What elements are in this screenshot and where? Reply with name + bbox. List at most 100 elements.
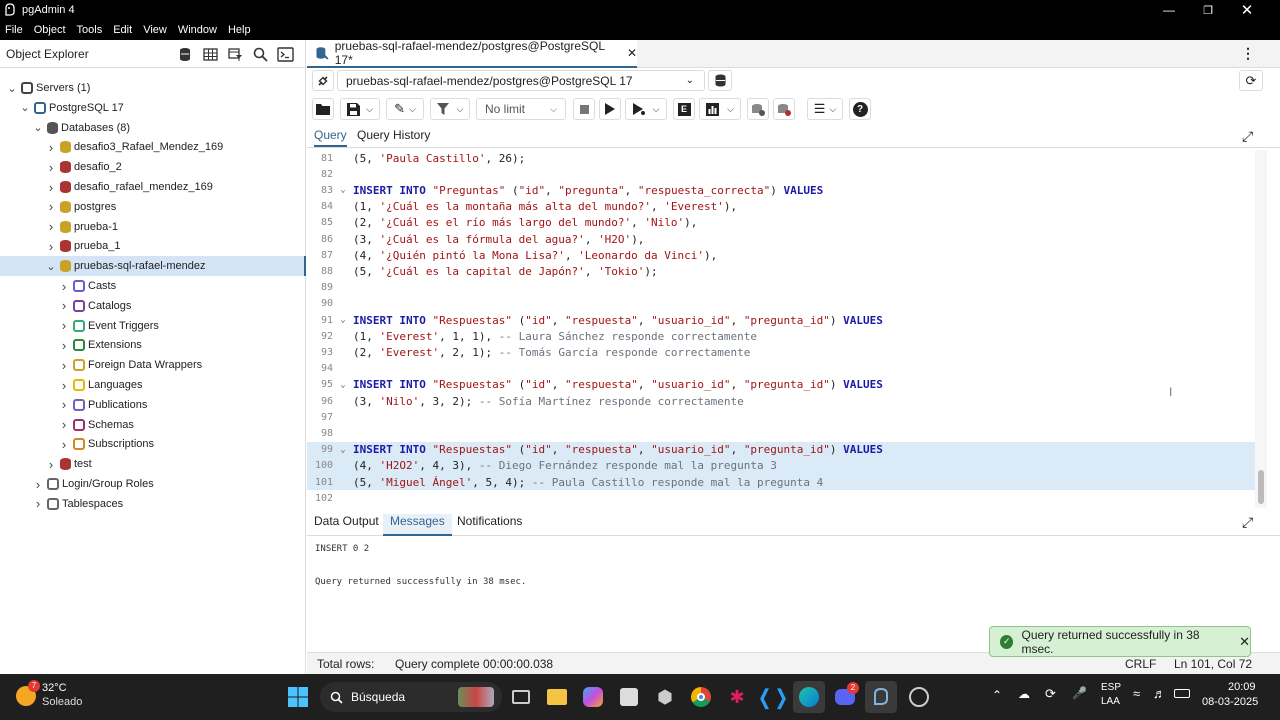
fold-chevron-icon[interactable]: ⌄	[333, 445, 353, 455]
restore-button[interactable]: ❐	[1188, 0, 1228, 20]
sync-icon[interactable]: ⟳	[1045, 686, 1056, 702]
filtered-rows-button[interactable]	[224, 44, 247, 64]
maximize-editor-icon[interactable]: ⤢	[1242, 128, 1253, 145]
tab-data-output[interactable]: Data Output	[314, 514, 379, 536]
commit-button[interactable]	[747, 98, 769, 120]
code-line[interactable]: 86 (3, '¿Cuál es la fórmula del agua?', '…	[307, 231, 1255, 247]
edit-button[interactable]: ✎ ⌵	[386, 98, 424, 120]
code-line[interactable]: 102	[307, 490, 1255, 506]
tree-node[interactable]: › desafio_2	[0, 157, 306, 177]
menu-file[interactable]: File	[5, 24, 23, 36]
explain-button[interactable]: E	[673, 98, 695, 120]
chevron-right-icon[interactable]: ›	[58, 279, 70, 294]
code-line[interactable]: 92 (1, 'Everest', 1, 1), -- Laura Sánchez…	[307, 328, 1255, 344]
close-button[interactable]: ✕	[1227, 0, 1267, 20]
rollback-button[interactable]	[773, 98, 795, 120]
start-button[interactable]	[282, 681, 314, 713]
volume-icon[interactable]: ♬	[1153, 686, 1166, 701]
tree-node[interactable]: › Publications	[0, 395, 306, 415]
tree-node[interactable]: › desafio3_Rafael_Mendez_169	[0, 137, 306, 157]
query-tool-button[interactable]	[174, 44, 197, 64]
copilot-button[interactable]	[577, 681, 609, 713]
fold-chevron-icon[interactable]: ⌄	[333, 315, 353, 325]
tree-node[interactable]: ⌄ Servers (1)	[0, 78, 306, 98]
chevron-right-icon[interactable]: ›	[32, 477, 44, 492]
tree-node[interactable]: › Event Triggers	[0, 316, 306, 336]
code-line[interactable]: 90	[307, 296, 1255, 312]
code-line[interactable]: 95 ⌄ INSERT INTO "Respuestas" ("id", "resp…	[307, 377, 1255, 393]
chevron-right-icon[interactable]: ›	[58, 378, 70, 393]
app-button-hex[interactable]: ⬢	[649, 681, 681, 713]
search-objects-button[interactable]	[249, 44, 272, 64]
weather-widget[interactable]: 7 32°C Soleado	[16, 680, 96, 714]
explain-analyze-button[interactable]: ⌵	[699, 98, 741, 120]
code-line[interactable]: 96 (3, 'Nilo', 3, 2); -- Sofía Martínez r…	[307, 393, 1255, 409]
chrome-button[interactable]	[685, 681, 717, 713]
code-line[interactable]: 82	[307, 166, 1255, 182]
tree-node[interactable]: ⌄ pruebas-sql-rafael-mendez	[0, 256, 306, 277]
language-esp[interactable]: ESP	[1101, 682, 1121, 693]
wifi-icon[interactable]: ≈	[1133, 686, 1140, 701]
new-connection-button[interactable]	[708, 70, 732, 91]
code-line[interactable]: 99 ⌄ INSERT INTO "Respuestas" ("id", "resp…	[307, 441, 1255, 458]
chevron-right-icon[interactable]: ›	[58, 437, 70, 452]
onedrive-icon[interactable]: ☁	[1018, 687, 1030, 701]
tab-close-icon[interactable]: ✕	[627, 46, 637, 60]
menu-window[interactable]: Window	[178, 24, 217, 36]
code-line[interactable]: 89	[307, 280, 1255, 296]
chevron-right-icon[interactable]: ›	[45, 180, 57, 195]
editor-scrollbar-thumb[interactable]	[1258, 470, 1264, 504]
chevron-down-icon[interactable]: ⌄	[45, 260, 57, 273]
chevron-right-icon[interactable]: ›	[45, 140, 57, 155]
tree-node[interactable]: › desafio_rafael_mendez_169	[0, 177, 306, 197]
chevron-right-icon[interactable]: ›	[45, 239, 57, 254]
tree-node[interactable]: › Schemas	[0, 415, 306, 435]
minimize-button[interactable]: —	[1149, 0, 1189, 20]
task-view-button[interactable]	[505, 681, 537, 713]
filter-button[interactable]: ⌵	[430, 98, 470, 120]
editor-scrollbar[interactable]	[1255, 150, 1267, 508]
code-line[interactable]: 98	[307, 425, 1255, 441]
code-line[interactable]: 84 (1, '¿Cuál es la montaña más alta del …	[307, 199, 1255, 215]
vscode-button[interactable]: ❬❭	[756, 681, 790, 713]
execute-options-button[interactable]: ⌵	[625, 98, 667, 120]
code-line[interactable]: 101 (5, 'Miguel Ángel', 5, 4); -- Paula C…	[307, 474, 1255, 491]
battery-icon[interactable]	[1174, 689, 1190, 698]
tree-node[interactable]: › test	[0, 454, 306, 474]
fold-chevron-icon[interactable]: ⌄	[333, 185, 353, 195]
store-button[interactable]	[613, 681, 645, 713]
pgadmin-taskbar-button[interactable]	[865, 681, 897, 713]
slack-button[interactable]: ✱	[721, 681, 753, 713]
code-line[interactable]: 91 ⌄ INSERT INTO "Respuestas" ("id", "resp…	[307, 312, 1255, 328]
tree-node[interactable]: › Tablespaces	[0, 494, 306, 514]
toast-close-icon[interactable]: ✕	[1239, 634, 1250, 650]
help-button[interactable]: ?	[849, 98, 871, 120]
fold-chevron-icon[interactable]: ⌄	[333, 380, 353, 390]
chevron-right-icon[interactable]: ›	[58, 338, 70, 353]
view-data-button[interactable]	[199, 44, 222, 64]
refresh-button[interactable]: ⟳	[1239, 70, 1263, 91]
query-tool-tab[interactable]: pruebas-sql-rafael-mendez/postgres@Postg…	[307, 39, 637, 68]
tree-node[interactable]: › postgres	[0, 197, 306, 217]
code-line[interactable]: 85 (2, '¿Cuál es el río más largo del mun…	[307, 215, 1255, 231]
code-line[interactable]: 94	[307, 361, 1255, 377]
tree-node[interactable]: ⌄ PostgreSQL 17	[0, 98, 306, 118]
chevron-right-icon[interactable]: ›	[45, 199, 57, 214]
discord-button[interactable]: 2	[829, 681, 861, 713]
macros-button[interactable]: ☰ ⌵	[807, 98, 843, 120]
chevron-down-icon[interactable]: ⌄	[19, 101, 31, 114]
code-line[interactable]: 97	[307, 409, 1255, 425]
clock-date[interactable]: 08-03-2025	[1202, 696, 1258, 708]
show-hidden-icons[interactable]: ⌃	[992, 688, 1002, 702]
chevron-right-icon[interactable]: ›	[45, 219, 57, 234]
menu-edit[interactable]: Edit	[113, 24, 132, 36]
language-laa[interactable]: LAA	[1101, 696, 1120, 707]
tab-query-history[interactable]: Query History	[357, 128, 430, 142]
code-line[interactable]: 88 (5, '¿Cuál es la capital de Japón?', '…	[307, 263, 1255, 279]
tree-node[interactable]: › Casts	[0, 276, 306, 296]
open-file-button[interactable]	[312, 98, 334, 120]
code-line[interactable]: 93 (2, 'Everest', 2, 1); -- Tomás García …	[307, 344, 1255, 360]
code-line[interactable]: 81 (5, 'Paula Castillo', 26);	[307, 150, 1255, 166]
chevron-right-icon[interactable]: ›	[58, 397, 70, 412]
tree-node[interactable]: › Extensions	[0, 335, 306, 355]
